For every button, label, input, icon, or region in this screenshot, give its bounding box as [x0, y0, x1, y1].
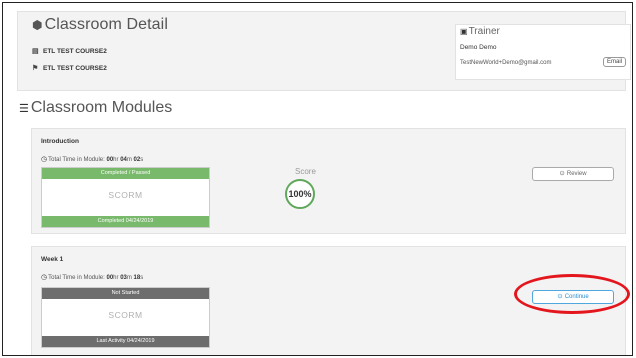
completion-bar: Completed 04/24/2019 — [42, 216, 209, 227]
module-type: SCORM — [108, 190, 143, 200]
play-circle-icon: ⊙ — [559, 170, 565, 177]
module-name: Introduction — [41, 138, 79, 145]
modules-title: ☰ Classroom Modules — [19, 99, 173, 116]
play-circle-icon: ⊙ — [557, 293, 563, 300]
trainer-email: TestNewWorld+Demo@gmail.com — [460, 60, 552, 66]
module-card-week-1: Week 1 ◷Total Time in Module: 00hr 03m 1… — [31, 246, 626, 355]
continue-button[interactable]: ⊙ Continue — [532, 290, 614, 304]
trainer-heading: ▣Trainer — [460, 26, 500, 37]
classroom-header: ⬢ Classroom Detail ▤ ETL TEST COURSE2 ⚑ ETL… — [17, 11, 631, 91]
flag-icon: ⚑ — [32, 65, 39, 72]
cube-icon: ⬢ — [32, 18, 43, 32]
trainer-panel: ▣Trainer Demo Demo TestNewWorld+Demo@gma… — [455, 24, 631, 80]
book-icon: ▤ — [32, 48, 39, 55]
trainer-name: Demo Demo — [460, 44, 497, 51]
module-type: SCORM — [108, 310, 143, 320]
course-name-line: ▤ ETL TEST COURSE2 — [32, 48, 107, 55]
module-card-introduction: Introduction ◷Total Time in Module: 00hr… — [31, 128, 626, 234]
scorm-tile[interactable]: Not Started SCORM Last Activity 04/24/20… — [41, 287, 210, 348]
module-name: Week 1 — [41, 256, 64, 263]
last-activity-bar: Last Activity 04/24/2019 — [42, 336, 209, 347]
screenshot-frame: ⬢ Classroom Detail ▤ ETL TEST COURSE2 ⚑ ETL… — [2, 2, 633, 356]
status-bar: Completed / Passed — [42, 168, 209, 179]
email-button[interactable]: Email — [602, 57, 626, 67]
list-icon: ☰ — [19, 103, 29, 115]
scorm-tile[interactable]: Completed / Passed SCORM Completed 04/24… — [41, 167, 210, 228]
module-time: ◷Total Time in Module: 00hr 03m 18s — [41, 274, 144, 281]
review-button[interactable]: ⊙ Review — [532, 167, 614, 181]
module-time: ◷Total Time in Module: 00hr 04m 02s — [41, 156, 144, 163]
course-code-line: ⚑ ETL TEST COURSE2 — [32, 65, 107, 72]
status-bar: Not Started — [42, 288, 209, 299]
score-label: Score — [295, 167, 316, 176]
clock-icon: ◷ — [41, 274, 48, 281]
score-badge: 100% — [285, 179, 315, 209]
user-card-icon: ▣ — [460, 27, 468, 36]
page-title: ⬢ Classroom Detail — [32, 16, 168, 33]
clock-icon: ◷ — [41, 156, 48, 163]
